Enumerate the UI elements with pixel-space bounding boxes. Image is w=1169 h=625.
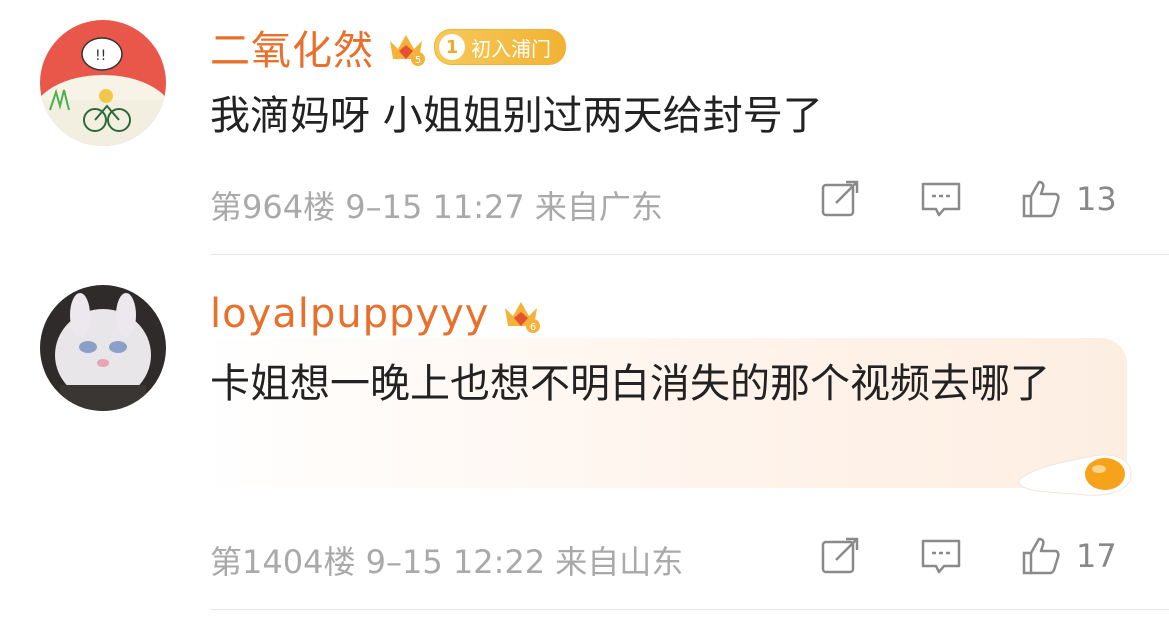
comment-text: 我滴妈呀 小姐姐别过两天给封号了 [210,93,823,139]
crown-icon[interactable]: 5 [386,27,426,67]
fan-badge[interactable]: 1 初入浦门 [434,29,566,65]
badge-level: 1 [439,34,465,60]
comment-item: !! 二氧化然 5 1 初入浦门 我滴妈呀 小姐姐别过两天给封号了 第964楼 … [0,0,1169,255]
crown-level: 5 [415,55,421,66]
share-icon[interactable] [820,178,862,220]
divider [210,254,1169,255]
crown-level: 6 [530,322,536,333]
fried-egg-decoration [1018,454,1132,496]
username[interactable]: loyalpuppyyy [210,291,489,337]
comment-icon[interactable] [920,535,962,577]
thumbs-up-icon[interactable] [1020,535,1062,577]
comment-item: loyalpuppyyy 6 卡姐想一晚上也想不明白消失的那个视频去哪了 第14… [0,256,1169,610]
comment-icon[interactable] [920,178,962,220]
avatar[interactable]: !! [40,20,166,146]
like-count: 17 [1076,537,1117,575]
svg-text:!!: !! [95,48,106,64]
comment-text: 卡姐想一晚上也想不明白消失的那个视频去哪了 [210,361,1050,407]
username[interactable]: 二氧化然 [210,18,374,76]
share-icon[interactable] [820,535,862,577]
thumbs-up-icon[interactable] [1020,178,1062,220]
avatar[interactable] [40,285,166,411]
crown-icon[interactable]: 6 [501,294,541,334]
like-count: 13 [1076,180,1117,218]
badge-label: 初入浦门 [471,36,551,61]
comment-meta: 第1404楼 9–15 12:22 来自山东 [210,543,684,581]
comment-meta: 第964楼 9–15 11:27 来自广东 [210,188,663,226]
divider [210,609,1169,610]
